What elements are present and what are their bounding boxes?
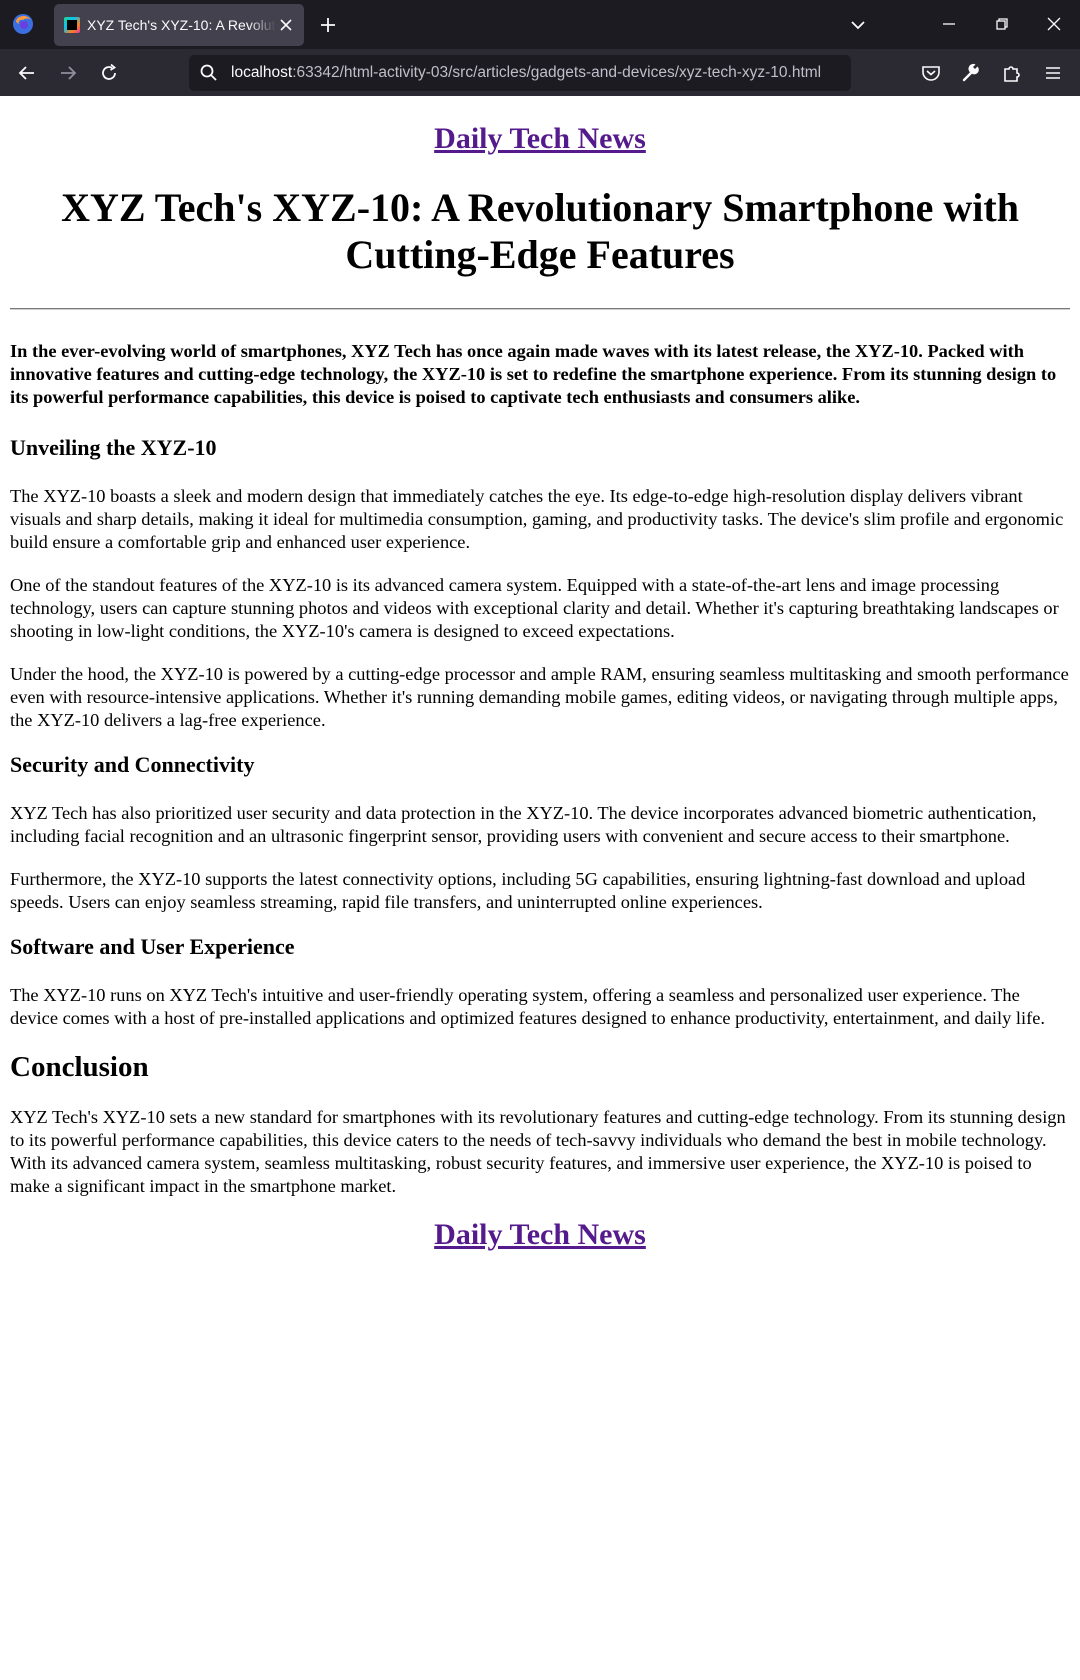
section-heading: Security and Connectivity [10,752,255,777]
url-path: :63342/html-activity-03/src/articles/gad… [292,64,822,81]
section-paragraph: The XYZ-10 boasts a sleek and modern des… [10,486,1064,552]
browser-chrome: XYZ Tech's XYZ-10: A Revolutionary Smart… [0,0,1080,96]
article-title: XYZ Tech's XYZ-10: A Revolutionary Smart… [61,185,1019,277]
site-footer: Daily Tech News [10,1218,1070,1252]
chevron-down-icon[interactable] [846,13,870,37]
pocket-icon[interactable] [920,62,942,84]
section-security: Security and Connectivity XYZ Tech has a… [10,752,1070,914]
site-home-link-top[interactable]: Daily Tech News [434,122,646,155]
url-host: localhost [231,64,293,81]
firefox-logo-icon[interactable] [12,13,34,35]
section-heading: Unveiling the XYZ-10 [10,435,217,460]
close-icon[interactable] [276,15,296,35]
article-intro: In the ever-evolving world of smartphone… [10,341,1057,407]
back-arrow-icon[interactable] [16,62,38,84]
section-unveiling: Unveiling the XYZ-10 The XYZ-10 boasts a… [10,435,1070,732]
section-paragraph: One of the standout features of the XYZ-… [10,575,1059,641]
tab-title: XYZ Tech's XYZ-10: A Revolutionary Smart… [87,17,276,33]
tab-bar: XYZ Tech's XYZ-10: A Revolutionary Smart… [0,0,1080,49]
conclusion-paragraph: XYZ Tech's XYZ-10 sets a new standard fo… [10,1107,1066,1196]
section-software: Software and User Experience The XYZ-10 … [10,934,1070,1030]
puzzle-icon[interactable] [1001,62,1023,84]
section-paragraph: The XYZ-10 runs on XYZ Tech's intuitive … [10,985,1045,1028]
section-conclusion: Conclusion XYZ Tech's XYZ-10 sets a new … [10,1050,1070,1198]
close-window-icon[interactable] [1042,12,1066,36]
article-page: Daily Tech News XYZ Tech's XYZ-10: A Rev… [0,96,1080,1252]
active-tab[interactable]: XYZ Tech's XYZ-10: A Revolutionary Smart… [54,4,304,46]
reload-icon[interactable] [98,62,120,84]
url-bar[interactable]: localhost:63342/html-activity-03/src/art… [189,55,851,91]
site-header: Daily Tech News [10,96,1070,156]
site-home-link-bottom[interactable]: Daily Tech News [434,1218,646,1251]
section-paragraph: Furthermore, the XYZ-10 supports the lat… [10,869,1026,912]
wrench-icon[interactable] [960,62,982,84]
section-paragraph: Under the hood, the XYZ-10 is powered by… [10,664,1069,730]
section-heading: Software and User Experience [10,934,295,959]
url-text[interactable]: localhost:63342/html-activity-03/src/art… [231,64,821,82]
plus-icon[interactable] [316,13,340,37]
restore-icon[interactable] [990,12,1014,36]
nav-toolbar: localhost:63342/html-activity-03/src/art… [0,49,1080,96]
conclusion-heading: Conclusion [10,1051,149,1083]
search-icon [200,64,217,81]
minimize-icon[interactable] [937,12,961,36]
title-divider [10,308,1070,310]
section-paragraph: XYZ Tech has also prioritized user secur… [10,803,1037,846]
hamburger-menu-icon[interactable] [1042,62,1064,84]
webstorm-favicon-icon [64,17,80,33]
forward-arrow-icon[interactable] [57,62,79,84]
